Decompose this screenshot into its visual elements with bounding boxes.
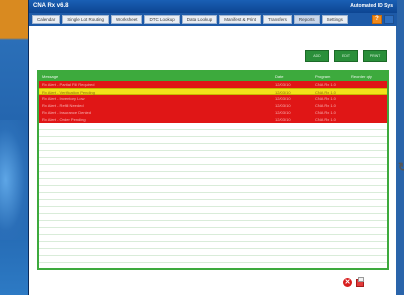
menu-item-reports[interactable]: Reports (293, 15, 320, 24)
column-header-reorder-qty[interactable]: Reorder qty (351, 74, 372, 79)
table-row-empty[interactable] (39, 151, 387, 158)
cell-date: 12/03/10 (275, 103, 291, 108)
title-bar: CNA Rx v6.8 Automated ID Sys (29, 0, 397, 13)
table-row-empty[interactable] (39, 158, 387, 165)
table-row-empty[interactable] (39, 144, 387, 151)
table-row-empty[interactable] (39, 186, 387, 193)
table-row-empty[interactable] (39, 172, 387, 179)
desktop-background-right (396, 0, 404, 295)
cell-message: Rx Alert - Refill Needed (42, 103, 84, 108)
app-window: CNA Rx v6.8 Automated ID Sys Calendar Si… (28, 0, 404, 295)
cell-message: Rx Alert - Order Pending (42, 117, 86, 122)
cell-program: CNA Rx 1.0 (315, 103, 336, 108)
table-row-empty[interactable] (39, 123, 387, 130)
cell-date: 12/03/10 (275, 117, 291, 122)
table-row-empty[interactable] (39, 256, 387, 263)
window-title: CNA Rx v6.8 (33, 3, 69, 9)
table-row-empty[interactable] (39, 249, 387, 256)
table-row-empty[interactable] (39, 193, 387, 200)
menu-item-transfers[interactable]: Transfers (263, 15, 292, 24)
window-menu-button[interactable] (384, 15, 394, 24)
table-body: Rx Alert - Partial Fill Required 12/03/10… (39, 81, 387, 263)
table-row-empty[interactable] (39, 242, 387, 249)
column-header-message[interactable]: Message (42, 74, 58, 79)
menu-item-manifest-print[interactable]: Manifest & Print (219, 15, 262, 24)
menu-item-data-lookup[interactable]: Data Lookup (181, 15, 218, 24)
cell-program: CNA Rx 1.0 (315, 117, 336, 122)
table-header: Message Date Program Reorder qty (39, 72, 387, 81)
table-row[interactable]: Rx Alert - Verification Pending 12/03/10 C… (39, 88, 387, 95)
menu-item-settings[interactable]: Settings (321, 15, 348, 24)
menu-bar: Calendar Single Lot Routing Worksheet DT… (29, 13, 397, 26)
table-row-empty[interactable] (39, 214, 387, 221)
print-icon[interactable] (356, 277, 364, 287)
table-row-empty[interactable] (39, 235, 387, 242)
brand-label: Automated ID Sys (350, 3, 393, 9)
menu-item-calendar[interactable]: Calendar (32, 15, 61, 24)
add-button[interactable]: ADD (305, 50, 329, 62)
alerts-table: Message Date Program Reorder qty Rx Aler… (37, 70, 389, 270)
cell-program: CNA Rx 1.0 (315, 110, 336, 115)
desktop-wallpaper-blob (0, 120, 28, 240)
table-row-empty[interactable] (39, 130, 387, 137)
table-row[interactable]: Rx Alert - Refill Needed 12/03/10 CNA Rx 1… (39, 102, 387, 109)
close-icon[interactable]: ✕ (343, 278, 352, 287)
column-header-date[interactable]: Date (275, 74, 283, 79)
column-header-program[interactable]: Program (315, 74, 330, 79)
table-row-empty[interactable] (39, 207, 387, 214)
cell-program: CNA Rx 1.0 (315, 96, 336, 101)
table-row[interactable]: Rx Alert - Partial Fill Required 12/03/10… (39, 81, 387, 88)
table-row-empty[interactable] (39, 228, 387, 235)
table-row-empty[interactable] (39, 200, 387, 207)
table-row-empty[interactable] (39, 179, 387, 186)
cell-date: 12/03/10 (275, 96, 291, 101)
table-row[interactable]: Rx Alert - Order Pending 12/03/10 CNA Rx 1… (39, 116, 387, 123)
table-row[interactable]: Rx Alert - Insurance Denied 12/03/10 CNA R… (39, 109, 387, 116)
table-row-empty[interactable] (39, 221, 387, 228)
print-button[interactable]: PRINT (363, 50, 387, 62)
menu-item-single-lot-routing[interactable]: Single Lot Routing (62, 15, 110, 24)
cell-date: 12/03/10 (275, 110, 291, 115)
desktop-background (0, 0, 28, 295)
menu-item-worksheet[interactable]: Worksheet (111, 15, 143, 24)
table-row-empty[interactable] (39, 137, 387, 144)
cell-message: Rx Alert - Inventory Low (42, 96, 85, 101)
table-row[interactable]: Rx Alert - Inventory Low 12/03/10 CNA Rx 1… (39, 95, 387, 102)
cell-program: CNA Rx 1.0 (315, 82, 336, 87)
menu-item-dtc-lookup[interactable]: DTC Lookup (144, 15, 180, 24)
cell-message: Rx Alert - Insurance Denied (42, 110, 91, 115)
cell-date: 12/03/10 (275, 82, 291, 87)
help-button[interactable]: ? (372, 15, 382, 24)
table-row-empty[interactable] (39, 165, 387, 172)
edit-button[interactable]: EDIT (334, 50, 358, 62)
cell-message: Rx Alert - Partial Fill Required (42, 82, 95, 87)
refresh-icon[interactable]: ↻ (398, 160, 404, 174)
